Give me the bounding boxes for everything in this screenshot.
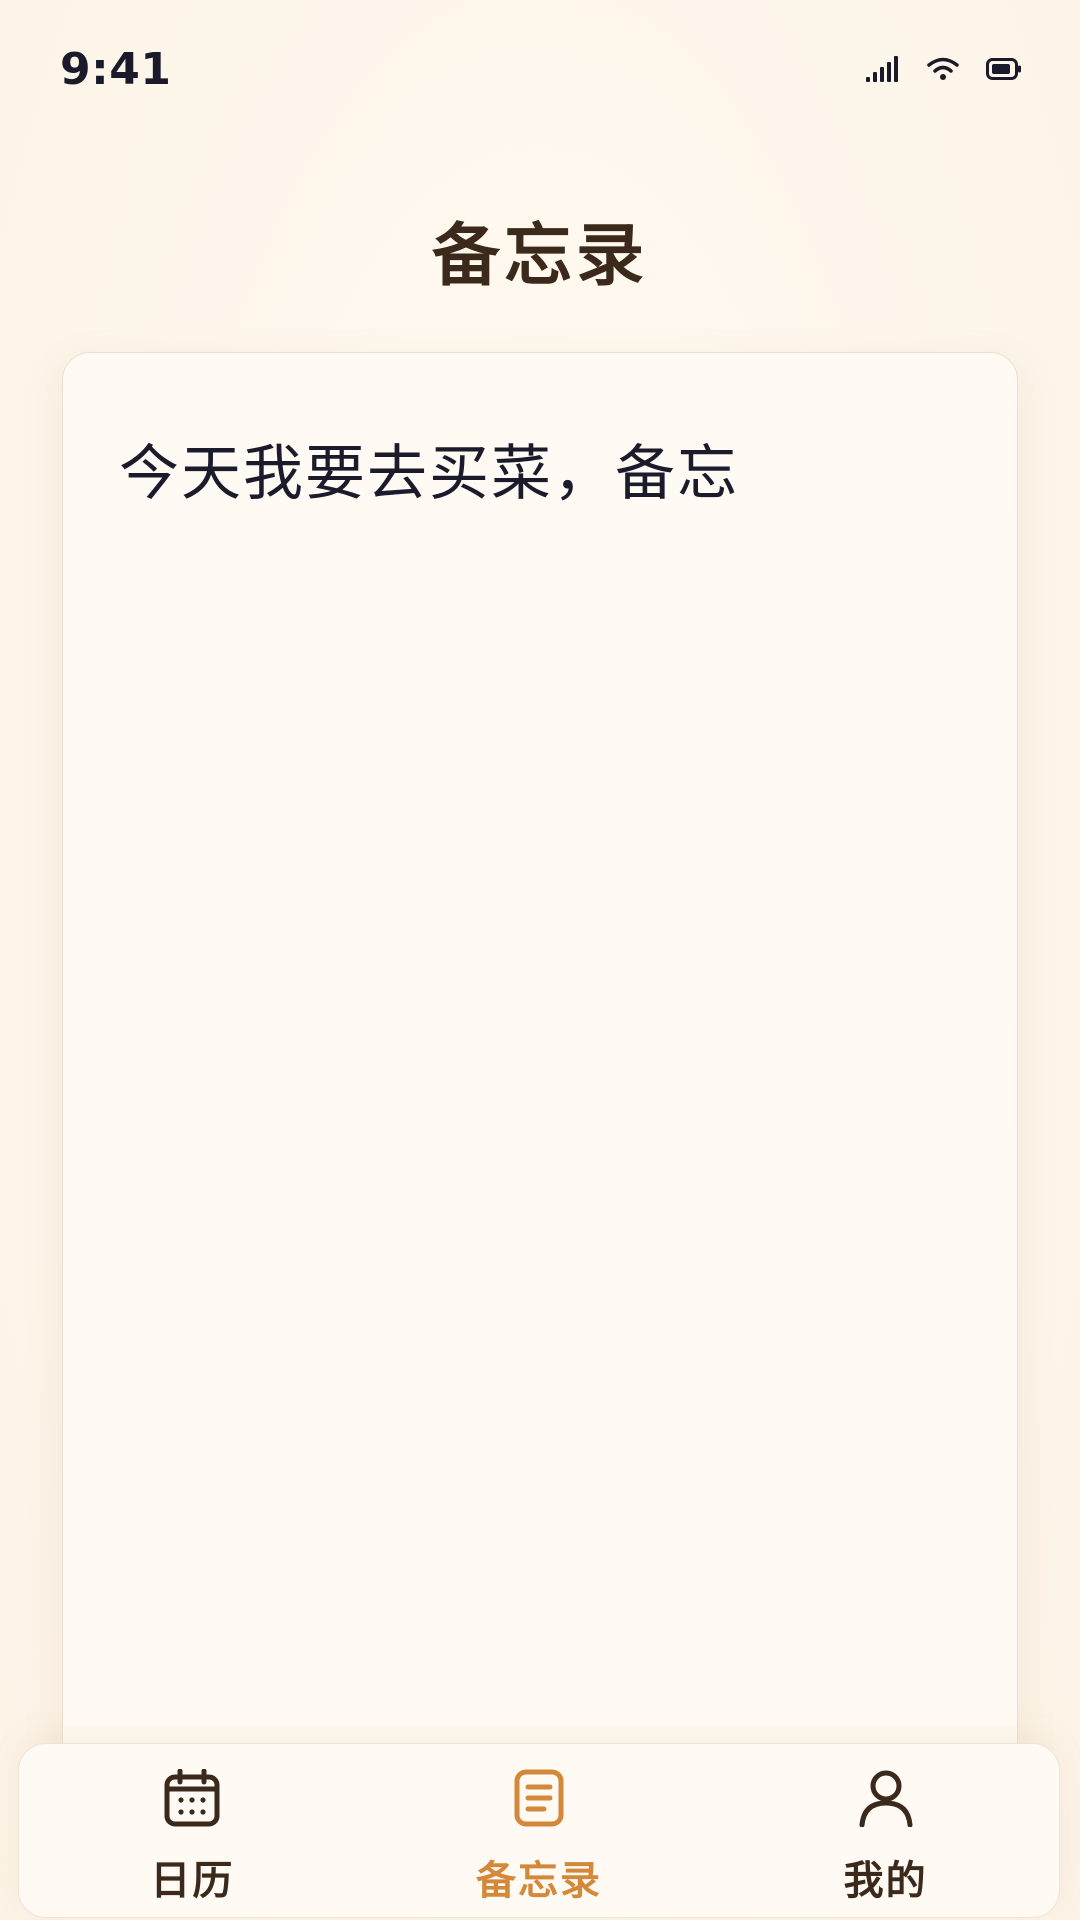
app-screen: 9:41 备忘录 今天我要去买菜，备忘 日历 备忘录 我的 <box>0 0 1080 1920</box>
battery-icon <box>986 57 1022 81</box>
status-icons <box>866 56 1022 82</box>
nav-label-memo: 备忘录 <box>475 1858 602 1904</box>
nav-item-memo[interactable]: 备忘录 <box>409 1744 669 1919</box>
page-title: 备忘录 <box>431 217 648 296</box>
bottom-nav: 日历 备忘录 我的 <box>18 1743 1060 1918</box>
wifi-icon <box>926 56 960 82</box>
calendar-icon <box>164 1762 220 1834</box>
document-icon <box>514 1762 564 1834</box>
status-bar: 9:41 <box>0 0 1080 140</box>
memo-text-area[interactable]: 今天我要去买菜，备忘 <box>119 429 961 519</box>
person-icon <box>858 1762 914 1834</box>
nav-label-profile: 我的 <box>843 1858 928 1904</box>
memo-editor-card[interactable]: 今天我要去买菜，备忘 <box>62 352 1018 1772</box>
cellular-signal-icon <box>866 56 900 82</box>
status-time: 9:41 <box>60 44 172 95</box>
nav-item-calendar[interactable]: 日历 <box>62 1744 322 1919</box>
nav-item-profile[interactable]: 我的 <box>756 1744 1016 1919</box>
nav-label-calendar: 日历 <box>150 1858 235 1904</box>
